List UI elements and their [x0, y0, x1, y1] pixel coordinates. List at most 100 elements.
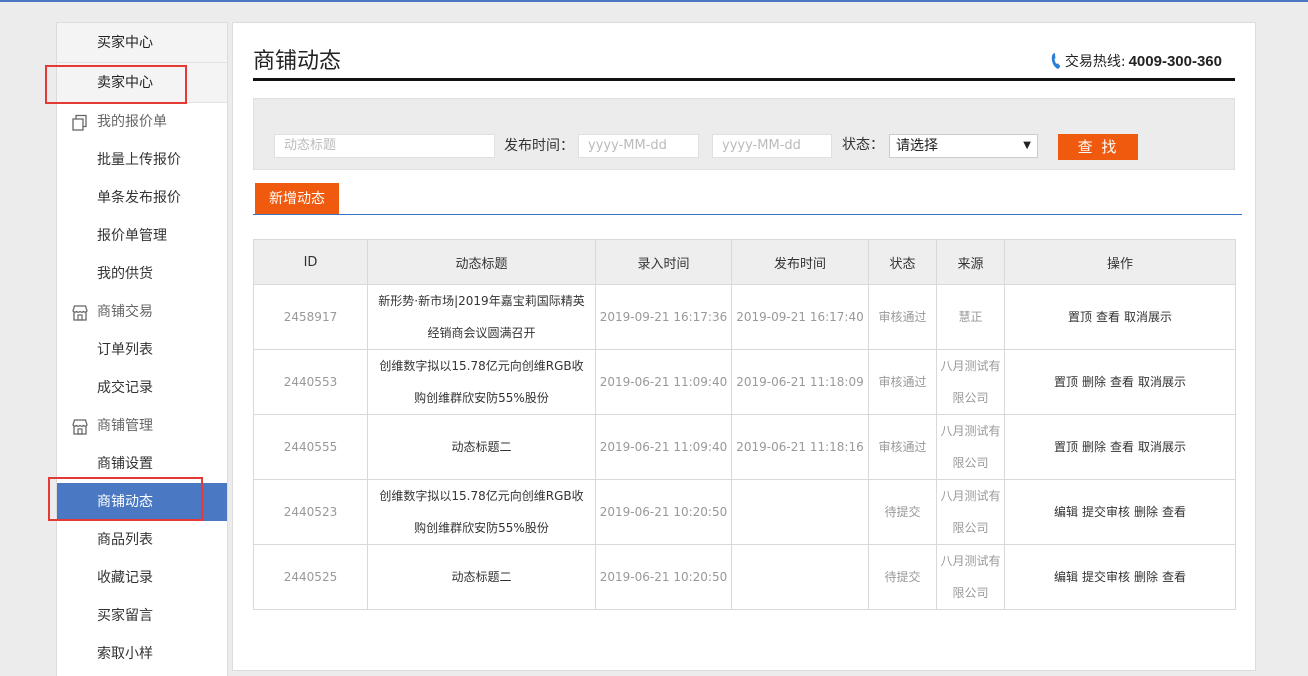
sidebar-group-label: 商铺管理: [97, 418, 153, 434]
delete-link[interactable]: 删除: [1134, 505, 1158, 519]
date-to-input[interactable]: yyyy-MM-dd: [712, 134, 832, 158]
publish-time-label: 发布时间：: [504, 138, 574, 154]
hide-link[interactable]: 取消展示: [1138, 440, 1186, 454]
cell-title: 新形势·新市场|2019年嘉宝莉国际精英经销商会议圆满召开: [367, 284, 596, 350]
cell-source: 八月测试有限公司: [936, 349, 1005, 415]
hide-link[interactable]: 取消展示: [1138, 375, 1186, 389]
cell-actions: 编辑 提交审核 删除 查看: [1004, 479, 1236, 545]
sidebar-group-shop-trade[interactable]: 商铺交易: [57, 293, 227, 331]
shop-icon: [72, 419, 88, 435]
sidebar-item-product-list[interactable]: 商品列表: [57, 521, 227, 559]
cell-published-time: 2019-06-21 11:18:16: [731, 414, 869, 480]
table-row: 2440553 创维数字拟以15.78亿元向创维RGB收购创维群欣安防55%股份…: [253, 349, 1236, 415]
pin-link[interactable]: 置顶: [1054, 375, 1078, 389]
status-select-value: 请选择: [896, 138, 938, 154]
pin-link[interactable]: 置顶: [1068, 310, 1092, 324]
cell-published-time: 2019-09-21 16:17:40: [731, 284, 869, 350]
column-header-entered: 录入时间: [595, 239, 732, 285]
title-divider: [253, 78, 1235, 81]
cell-status: 待提交: [868, 479, 937, 545]
cell-status: 审核通过: [868, 349, 937, 415]
pin-link[interactable]: 置顶: [1054, 440, 1078, 454]
sidebar-item-shop-news[interactable]: 商铺动态: [57, 483, 227, 521]
sidebar-item-batch-upload[interactable]: 批量上传报价: [57, 141, 227, 179]
status-label: 状态：: [842, 137, 884, 153]
search-panel: 动态标题 发布时间： yyyy-MM-dd yyyy-MM-dd 状态： 请选择…: [253, 98, 1235, 170]
title-search-input[interactable]: 动态标题: [274, 134, 495, 158]
delete-link[interactable]: 删除: [1082, 440, 1106, 454]
view-link[interactable]: 查看: [1110, 440, 1134, 454]
table-header-row: ID 动态标题 录入时间 发布时间 状态 来源 操作: [253, 239, 1236, 285]
sidebar-group-quotes[interactable]: 我的报价单: [57, 103, 227, 141]
cell-status: 审核通过: [868, 284, 937, 350]
edit-link[interactable]: 编辑: [1054, 505, 1078, 519]
cell-published-time: 2019-06-21 11:18:09: [731, 349, 869, 415]
cell-status: 待提交: [868, 544, 937, 610]
cell-actions: 置顶 删除 查看 取消展示: [1004, 414, 1236, 480]
cell-source: 八月测试有限公司: [936, 544, 1005, 610]
date-from-input[interactable]: yyyy-MM-dd: [578, 134, 699, 158]
sidebar-item-buyer-center[interactable]: 买家中心: [57, 23, 227, 63]
sidebar-item-deal-records[interactable]: 成交记录: [57, 369, 227, 407]
sidebar-item-favorites[interactable]: 收藏记录: [57, 559, 227, 597]
cell-id: 2440553: [253, 349, 368, 415]
delete-link[interactable]: 删除: [1082, 375, 1106, 389]
cell-id: 2440523: [253, 479, 368, 545]
hotline: 交易热线: 4009-300-360: [1050, 51, 1222, 71]
add-news-button[interactable]: 新增动态: [255, 183, 339, 215]
cell-entered-time: 2019-06-21 11:09:40: [595, 414, 732, 480]
cell-title: 创维数字拟以15.78亿元向创维RGB收购创维群欣安防55%股份: [367, 349, 596, 415]
sidebar-item-order-list[interactable]: 订单列表: [57, 331, 227, 369]
cell-id: 2440555: [253, 414, 368, 480]
delete-link[interactable]: 删除: [1134, 570, 1158, 584]
main-panel: 商铺动态 交易热线: 4009-300-360 动态标题 发布时间： yyyy-…: [232, 22, 1256, 671]
sidebar-group-label: 商铺交易: [97, 304, 153, 320]
column-header-source: 来源: [936, 239, 1005, 285]
column-header-title: 动态标题: [367, 239, 596, 285]
sidebar-item-quote-manage[interactable]: 报价单管理: [57, 217, 227, 255]
cell-actions: 置顶 查看 取消展示: [1004, 284, 1236, 350]
cell-source: 八月测试有限公司: [936, 414, 1005, 480]
cell-id: 2458917: [253, 284, 368, 350]
cell-actions: 置顶 删除 查看 取消展示: [1004, 349, 1236, 415]
cell-source: 八月测试有限公司: [936, 479, 1005, 545]
submit-review-link[interactable]: 提交审核: [1082, 570, 1130, 584]
sidebar-group-shop-manage[interactable]: 商铺管理: [57, 407, 227, 445]
table-row: 2440555 动态标题二 2019-06-21 11:09:40 2019-0…: [253, 414, 1236, 480]
cell-entered-time: 2019-06-21 10:20:50: [595, 479, 732, 545]
column-header-id: ID: [253, 239, 368, 285]
cell-title: 动态标题二: [367, 414, 596, 480]
view-link[interactable]: 查看: [1162, 505, 1186, 519]
table-row: 2440523 创维数字拟以15.78亿元向创维RGB收购创维群欣安防55%股份…: [253, 479, 1236, 545]
copy-icon: [72, 114, 87, 131]
cell-id: 2440525: [253, 544, 368, 610]
column-header-actions: 操作: [1004, 239, 1236, 285]
cell-title: 动态标题二: [367, 544, 596, 610]
sidebar-item-single-publish[interactable]: 单条发布报价: [57, 179, 227, 217]
shop-icon: [72, 305, 88, 321]
phone-icon: [1051, 53, 1061, 69]
column-header-status: 状态: [868, 239, 937, 285]
cell-entered-time: 2019-09-21 16:17:36: [595, 284, 732, 350]
submit-review-link[interactable]: 提交审核: [1082, 505, 1130, 519]
sidebar-item-my-supply[interactable]: 我的供货: [57, 255, 227, 293]
sidebar-item-buyer-messages[interactable]: 买家留言: [57, 597, 227, 635]
sidebar-item-request-samples[interactable]: 索取小样: [57, 635, 227, 673]
news-table: ID 动态标题 录入时间 发布时间 状态 来源 操作 2458917 新形势·新…: [253, 239, 1236, 610]
toolbar-divider: [253, 214, 1242, 215]
hide-link[interactable]: 取消展示: [1124, 310, 1172, 324]
view-link[interactable]: 查看: [1096, 310, 1120, 324]
status-select[interactable]: 请选择 ▼: [889, 134, 1038, 158]
page-title: 商铺动态: [253, 49, 342, 74]
sidebar-item-shop-settings[interactable]: 商铺设置: [57, 445, 227, 483]
edit-link[interactable]: 编辑: [1054, 570, 1078, 584]
cell-entered-time: 2019-06-21 10:20:50: [595, 544, 732, 610]
view-link[interactable]: 查看: [1162, 570, 1186, 584]
cell-actions: 编辑 提交审核 删除 查看: [1004, 544, 1236, 610]
dropdown-arrow-icon: ▼: [1023, 140, 1031, 151]
view-link[interactable]: 查看: [1110, 375, 1134, 389]
hotline-label: 交易热线:: [1064, 54, 1126, 70]
sidebar-item-seller-center[interactable]: 卖家中心: [57, 63, 227, 103]
cell-published-time: [731, 479, 869, 545]
search-button[interactable]: 查 找: [1058, 134, 1138, 160]
